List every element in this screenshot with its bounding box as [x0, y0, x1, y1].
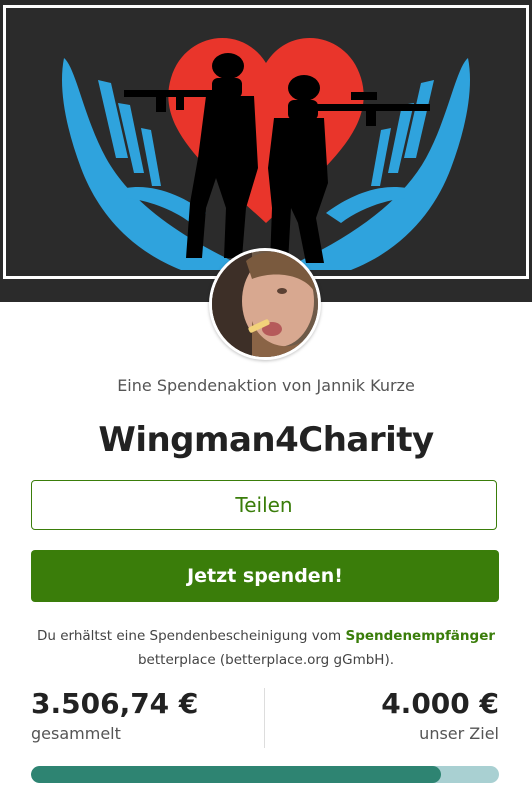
goal-stat: 4.000 € unser Ziel: [381, 687, 499, 744]
share-button-label: Teilen: [235, 493, 293, 517]
raised-stat: 3.506,74 € gesammelt: [31, 687, 199, 744]
campaign-title: Wingman4Charity: [98, 420, 434, 460]
recipient-link[interactable]: Spendenempfänger: [345, 628, 495, 644]
goal-label: unser Ziel: [419, 724, 499, 743]
stats-divider: [264, 688, 265, 748]
donation-receipt-note: Du erhältst eine Spendenbescheinigung vo…: [20, 624, 512, 672]
banner-image: [3, 5, 529, 279]
share-button[interactable]: Teilen: [31, 480, 497, 530]
receipt-text-before: Du erhältst eine Spendenbescheinigung vo…: [36, 628, 342, 644]
hands-heart-soldiers-icon: [6, 8, 526, 276]
donate-button[interactable]: Jetzt spenden!: [31, 550, 499, 602]
receipt-text-after: betterplace (betterplace.org gGmbH).: [137, 652, 395, 668]
raised-label: gesammelt: [31, 724, 121, 743]
raised-amount: 3.506,74 €: [31, 687, 199, 720]
goal-amount: 4.000 €: [381, 687, 499, 720]
avatar-photo-icon: [212, 251, 318, 357]
donate-button-label: Jetzt spenden!: [187, 565, 343, 587]
progress-fill: [31, 766, 442, 783]
donation-progress-bar: [31, 766, 499, 783]
organizer-avatar: [209, 248, 321, 360]
organizer-line: Eine Spendenaktion von Jannik Kurze: [117, 376, 415, 395]
